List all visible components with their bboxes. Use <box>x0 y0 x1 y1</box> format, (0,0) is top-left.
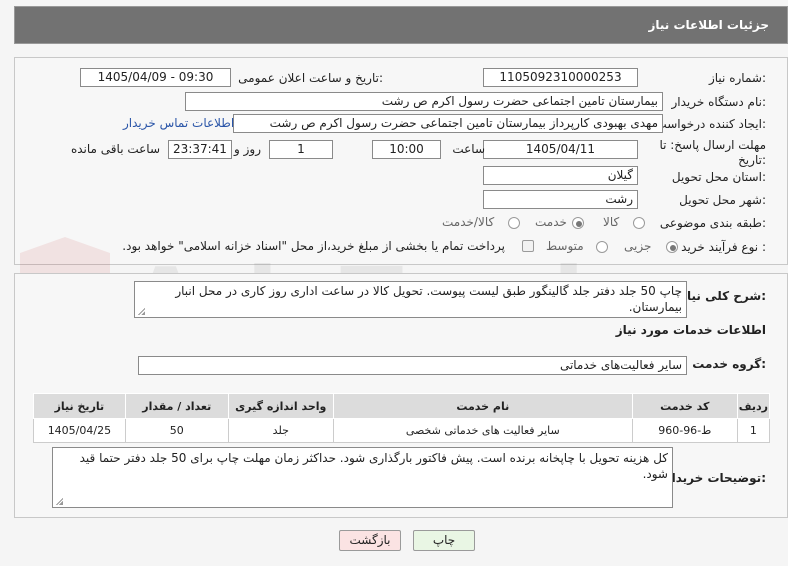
services-section-title: اطلاعات خدمات مورد نیاز <box>615 323 766 337</box>
process-option-medium: متوسط <box>546 239 584 253</box>
deadline-date-field: 1405/04/11 <box>483 140 638 159</box>
buyer-notes-text: کل هزینه تحویل با چاپخانه برنده است. پیش… <box>79 451 668 481</box>
category-radio-goods-service[interactable] <box>508 217 520 229</box>
col-header-need-date: تاریخ نیاز <box>33 393 126 419</box>
buyer-notes-textarea[interactable]: کل هزینه تحویل با چاپخانه برنده است. پیش… <box>52 447 673 508</box>
need-number-field: 1105092310000253 <box>483 68 638 87</box>
col-header-service-name: نام خدمت <box>332 393 633 419</box>
cell-service-name: سایر فعالیت های خدماتی شخصی <box>332 418 633 443</box>
category-option-goods: کالا <box>603 215 620 229</box>
col-header-unit: واحد اندازه گیری <box>227 393 334 419</box>
remaining-label: ساعت باقی مانده <box>70 142 160 156</box>
services-table-wrap: ردیف کد خدمت نام خدمت واحد اندازه گیری ت… <box>33 393 771 443</box>
buyer-org-label: نام دستگاه خریدار: <box>671 95 767 109</box>
deadline-label-line2: تاریخ: <box>738 153 766 167</box>
deadline-label: مهلت ارسال پاسخ: تا تاریخ: <box>659 138 766 168</box>
buyer-contact-link[interactable]: اطلاعات تماس خریدار <box>123 116 234 130</box>
treasury-payment-note: پرداخت تمام یا بخشی از مبلغ خرید،از محل … <box>122 239 505 253</box>
service-group-label: گروه خدمت: <box>692 357 766 371</box>
remaining-days-field: 1 <box>269 140 333 159</box>
buyer-notes-label: توضیحات خریدار: <box>664 471 766 485</box>
resize-grip-icon[interactable] <box>137 307 145 315</box>
announce-datetime-field: 1405/04/09 - 09:30 <box>80 68 231 87</box>
col-header-row-number: ردیف <box>736 393 771 419</box>
deadline-time-field: 10:00 <box>372 140 441 159</box>
summary-text: چاپ 50 جلد دفتر جلد گالینگور طبق لیست پی… <box>175 284 682 314</box>
requester-field: مهدی بهبودی کارپرداز بیمارستان تامین اجت… <box>233 114 663 133</box>
service-group-field: سایر فعالیت‌های خدماتی <box>138 356 687 375</box>
category-radio-service[interactable] <box>572 217 584 229</box>
col-header-quantity: تعداد / مقدار <box>124 393 229 419</box>
table-row: 1 ط-96-960 سایر فعالیت های خدماتی شخصی ج… <box>33 418 771 443</box>
buyer-org-field: بیمارستان تامین اجتماعی حضرت رسول اکرم ص… <box>185 92 663 111</box>
category-option-service: خدمت <box>535 215 567 229</box>
city-label: شهر محل تحویل: <box>679 193 766 207</box>
category-label: طبقه بندی موضوعی: <box>659 216 766 230</box>
cell-need-date: 1405/04/25 <box>33 418 126 443</box>
back-button[interactable]: بازگشت <box>339 530 401 551</box>
treasury-payment-checkbox[interactable] <box>522 240 534 252</box>
cell-quantity: 50 <box>124 418 229 443</box>
page-title: جزئیات اطلاعات نیاز <box>648 18 769 32</box>
page-header: جزئیات اطلاعات نیاز <box>14 6 788 44</box>
province-label: استان محل تحویل: <box>671 170 766 184</box>
services-table: ردیف کد خدمت نام خدمت واحد اندازه گیری ت… <box>33 393 771 443</box>
requester-label: ایجاد کننده درخواست: <box>655 117 766 131</box>
summary-label: شرح کلی نیاز: <box>680 289 766 303</box>
cell-unit: جلد <box>227 418 334 443</box>
cell-row-number: 1 <box>736 418 771 443</box>
table-header-row: ردیف کد خدمت نام خدمت واحد اندازه گیری ت… <box>33 393 771 419</box>
process-radio-minor[interactable] <box>666 241 678 253</box>
category-radio-goods[interactable] <box>633 217 645 229</box>
process-type-label: نوع فرآیند خرید : <box>681 240 766 254</box>
summary-textarea[interactable]: چاپ 50 جلد دفتر جلد گالینگور طبق لیست پی… <box>134 281 687 318</box>
resize-grip-icon[interactable] <box>55 497 63 505</box>
process-option-minor: جزیی <box>624 239 652 253</box>
cell-service-code: ط-96-960 <box>631 418 738 443</box>
category-option-goods-service: کالا/خدمت <box>442 215 495 229</box>
deadline-label-line1: مهلت ارسال پاسخ: تا <box>659 138 766 152</box>
deadline-time-label: ساعت <box>452 142 485 156</box>
col-header-service-code: کد خدمت <box>631 393 738 419</box>
remaining-time-field: 23:37:41 <box>168 140 232 159</box>
announce-datetime-label: تاریخ و ساعت اعلان عمومی: <box>238 71 383 85</box>
print-button[interactable]: چاپ <box>413 530 475 551</box>
need-number-label: شماره نیاز: <box>708 71 766 85</box>
city-field: رشت <box>483 190 638 209</box>
province-field: گیلان <box>483 166 638 185</box>
days-label: روز و <box>234 142 261 156</box>
process-radio-medium[interactable] <box>596 241 608 253</box>
